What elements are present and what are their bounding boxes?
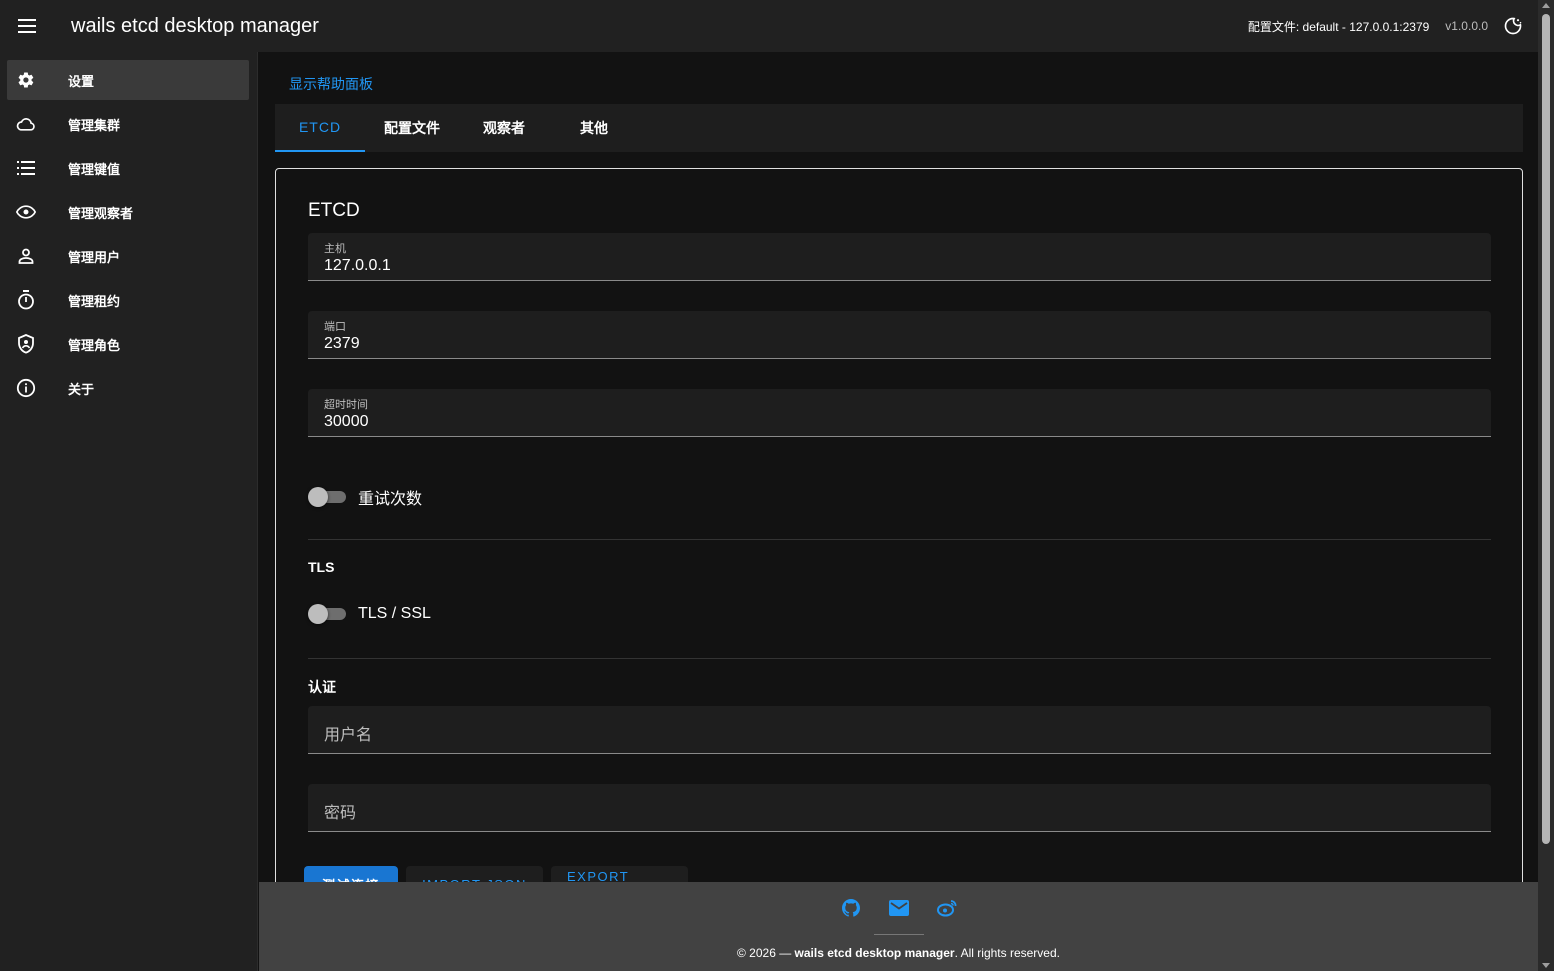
- sidebar-item-label: 管理观察者: [68, 205, 134, 221]
- sidebar-item-label: 管理用户: [68, 249, 121, 265]
- timer-icon: [16, 290, 36, 310]
- timeout-field[interactable]: 超时时间 30000: [308, 389, 1491, 437]
- sidebar-item-label: 管理键值: [68, 161, 121, 177]
- export-json-button[interactable]: EXPORT JSON: [551, 866, 688, 882]
- sidebar-item-keys[interactable]: 管理键值: [7, 148, 249, 188]
- sidebar-item-roles[interactable]: 管理角色: [7, 324, 249, 364]
- scroll-down-arrow-icon[interactable]: [1542, 963, 1550, 968]
- sidebar-item-label: 管理租约: [68, 293, 121, 309]
- cloud-icon: [16, 114, 36, 134]
- app-bar: wails etcd desktop manager 配置文件: default…: [0, 0, 1538, 52]
- theme-toggle-icon[interactable]: [1502, 15, 1524, 37]
- tab-etcd[interactable]: ETCD: [275, 104, 365, 152]
- hamburger-menu-icon[interactable]: [16, 15, 38, 37]
- list-icon: [16, 158, 36, 178]
- sidebar-item-watchers[interactable]: 管理观察者: [7, 192, 249, 232]
- host-value: 127.0.0.1: [324, 257, 391, 274]
- main-content: 显示帮助面板 ETCD 配置文件 观察者 其他 ETCD 主机 127.0.0.…: [259, 52, 1538, 882]
- retry-toggle[interactable]: 重试次数: [308, 485, 422, 509]
- version-label: v1.0.0.0: [1445, 19, 1488, 33]
- weibo-icon[interactable]: [936, 898, 957, 918]
- eye-icon: [16, 202, 36, 222]
- scrollbar-thumb[interactable]: [1542, 14, 1550, 844]
- tls-section-title: TLS: [308, 559, 335, 575]
- divider: [308, 658, 1491, 659]
- shield-icon: [16, 334, 36, 354]
- retry-label: 重试次数: [358, 491, 423, 508]
- auth-section-title: 认证: [308, 679, 336, 695]
- tls-toggle[interactable]: TLS / SSL: [308, 604, 431, 624]
- profile-indicator: 配置文件: default - 127.0.0.1:2379: [1247, 19, 1430, 34]
- port-label: 端口: [324, 321, 346, 333]
- timeout-value: 30000: [324, 413, 369, 430]
- sidebar-item-label: 设置: [68, 73, 95, 89]
- retry-switch[interactable]: [308, 487, 346, 507]
- timeout-label: 超时时间: [324, 399, 368, 411]
- footer: © 2026 — wails etcd desktop manager. All…: [259, 882, 1538, 971]
- sidebar-item-label: 关于: [68, 381, 95, 397]
- settings-tabs: ETCD 配置文件 观察者 其他: [275, 104, 1523, 152]
- sidebar-item-leases[interactable]: 管理租约: [7, 280, 249, 320]
- sidebar: 设置 管理集群 管理键值 管理观察者 管理用户 管理租约 管理角色 关于: [0, 52, 258, 971]
- host-label: 主机: [324, 243, 346, 255]
- port-field[interactable]: 端口 2379: [308, 311, 1491, 359]
- page-scrollbar[interactable]: [1538, 0, 1554, 971]
- sidebar-item-label: 管理角色: [68, 337, 121, 353]
- copyright-prefix: © 2026 —: [737, 946, 795, 960]
- password-placeholder: 密码: [324, 805, 357, 822]
- import-json-button[interactable]: IMPORT JSON: [406, 866, 543, 882]
- tab-profiles[interactable]: 配置文件: [365, 104, 459, 152]
- sidebar-item-users[interactable]: 管理用户: [7, 236, 249, 276]
- gear-icon: [16, 70, 36, 90]
- scroll-up-arrow-icon[interactable]: [1542, 3, 1550, 8]
- password-field[interactable]: 密码: [308, 784, 1491, 832]
- port-value: 2379: [324, 335, 360, 352]
- copyright-app-name: wails etcd desktop manager: [794, 946, 955, 960]
- username-field[interactable]: 用户名: [308, 706, 1491, 754]
- user-icon: [16, 246, 36, 266]
- card-title: ETCD: [308, 200, 360, 221]
- host-field[interactable]: 主机 127.0.0.1: [308, 233, 1491, 281]
- sidebar-item-about[interactable]: 关于: [7, 368, 249, 408]
- sidebar-item-settings[interactable]: 设置: [7, 60, 249, 100]
- copyright: © 2026 — wails etcd desktop manager. All…: [259, 946, 1538, 960]
- test-connection-button[interactable]: 测试连接: [304, 866, 398, 882]
- divider: [308, 539, 1491, 540]
- footer-divider: [874, 934, 924, 935]
- sidebar-item-label: 管理集群: [68, 117, 121, 133]
- github-icon[interactable]: [841, 898, 861, 918]
- copyright-suffix: . All rights reserved.: [954, 946, 1060, 960]
- tls-switch[interactable]: [308, 604, 346, 624]
- username-placeholder: 用户名: [324, 727, 373, 744]
- help-panel-link[interactable]: 显示帮助面板: [289, 74, 373, 94]
- mail-icon[interactable]: [888, 898, 909, 918]
- app-title: wails etcd desktop manager: [71, 14, 319, 37]
- info-icon: [16, 378, 36, 398]
- tab-watchers[interactable]: 观察者: [459, 104, 549, 152]
- sidebar-item-clusters[interactable]: 管理集群: [7, 104, 249, 144]
- etcd-settings-card: ETCD 主机 127.0.0.1 端口 2379 超时时间 30000 重试次…: [275, 168, 1523, 882]
- tab-other[interactable]: 其他: [549, 104, 639, 152]
- tls-label: TLS / SSL: [358, 605, 431, 622]
